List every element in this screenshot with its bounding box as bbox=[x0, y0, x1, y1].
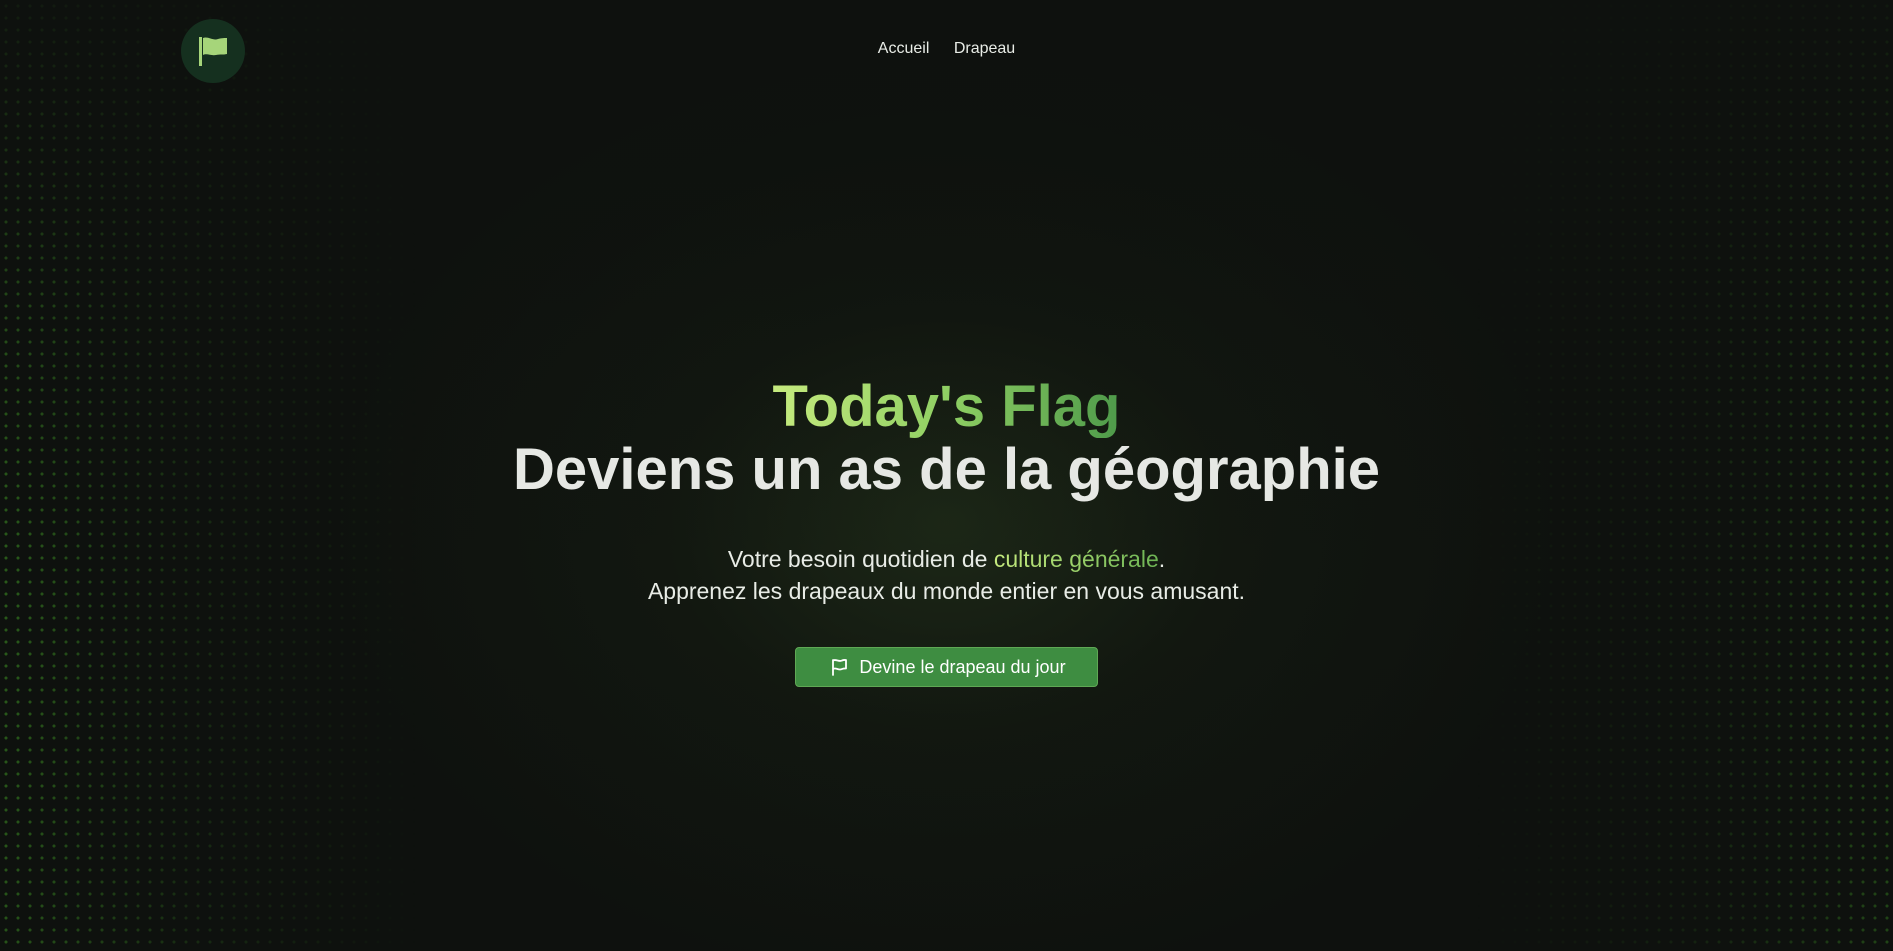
subtitle-line-2: Apprenez les drapeaux du monde entier en… bbox=[647, 578, 1246, 604]
nav-link-drapeau[interactable]: Drapeau bbox=[954, 40, 1015, 57]
flag-outline-icon bbox=[832, 658, 848, 676]
main-nav: Accueil Drapeau bbox=[0, 40, 1893, 58]
subtitle-text: Votre besoin quotidien de bbox=[727, 546, 994, 572]
page-headline: Deviens un as de la géographie bbox=[512, 437, 1381, 502]
subtitle-period: . bbox=[1158, 546, 1166, 572]
top-header: Accueil Drapeau bbox=[0, 0, 1893, 100]
nav-link-accueil[interactable]: Accueil bbox=[878, 40, 930, 57]
guess-flag-button[interactable]: Devine le drapeau du jour bbox=[795, 647, 1098, 687]
subtitle-line-1: Votre besoin quotidien de culture généra… bbox=[0, 543, 1893, 575]
subtitle-accent: culture générale bbox=[993, 546, 1159, 572]
page: Accueil Drapeau Today's Flag Deviens un … bbox=[0, 0, 1893, 951]
guess-flag-label: Devine le drapeau du jour bbox=[859, 656, 1066, 677]
brand-title: Today's Flag bbox=[772, 374, 1121, 439]
hero-subtitle: Votre besoin quotidien de culture généra… bbox=[0, 543, 1893, 607]
hero-section: Today's Flag Deviens un as de la géograp… bbox=[0, 376, 1893, 687]
